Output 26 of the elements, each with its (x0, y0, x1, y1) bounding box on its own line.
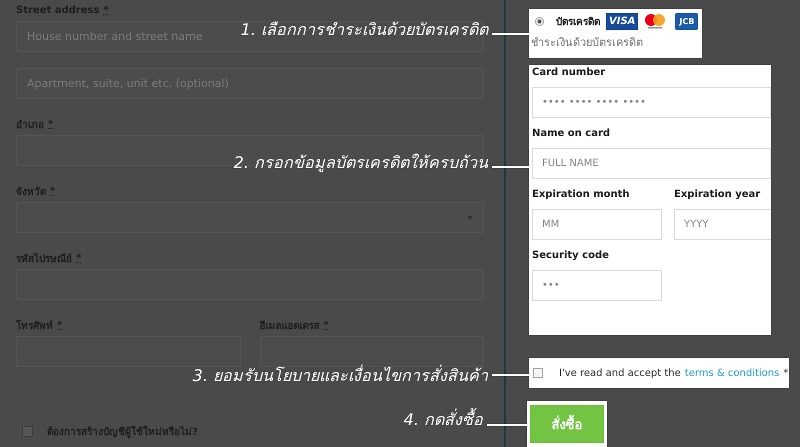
required-mark: * (783, 368, 788, 378)
required-mark: * (50, 186, 56, 196)
field-label: Expiration year (674, 189, 762, 202)
annotation-text: 2. กรอกข้อมูลบัตรเครดิตให้ครบถ้วน (234, 153, 488, 173)
terms-link[interactable]: terms & conditions (684, 368, 780, 378)
order-button[interactable]: สั่งซื้อ (530, 405, 604, 443)
card-logo: VISA (606, 12, 638, 30)
field-label: Card number (532, 67, 606, 80)
select-field[interactable] (16, 202, 484, 233)
required-mark: * (103, 4, 109, 16)
annotation-text: 4. กดสั่งซื้อ (404, 410, 483, 430)
payment-method-label: บัตรเครดิต (556, 16, 600, 28)
radio-button[interactable] (535, 16, 544, 26)
payment-description: ชำระเงินด้วยบัตรเครดิต (531, 35, 644, 51)
field-label: Name on card (532, 128, 612, 141)
terms-text: I've read and accept the (559, 368, 681, 378)
annotation-text: 3. ยอมรับนโยบายและเงื่อนไขการสั่งสินค้า (192, 366, 488, 386)
field-label: Security code (532, 250, 610, 263)
checkbox[interactable] (533, 368, 543, 378)
card-logo: JCB (675, 12, 698, 30)
field-label: Expiration month (532, 189, 631, 202)
checkbox[interactable] (22, 426, 33, 437)
required-mark: * (48, 118, 54, 130)
required-mark: * (76, 252, 82, 264)
required-mark: * (324, 320, 329, 330)
required-mark: * (57, 320, 62, 330)
